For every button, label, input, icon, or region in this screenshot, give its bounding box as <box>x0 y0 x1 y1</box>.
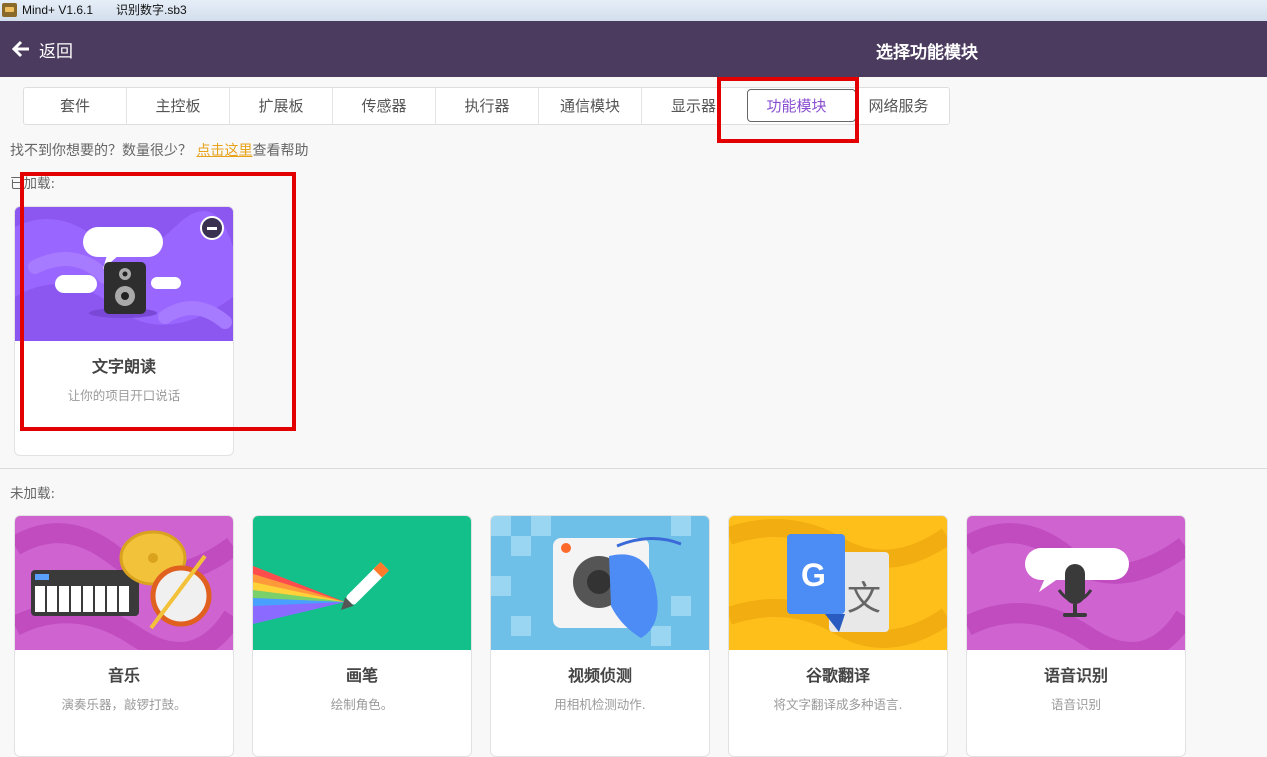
tab-communication[interactable]: 通信模块 <box>539 88 642 124</box>
tab-sensor[interactable]: 传感器 <box>333 88 436 124</box>
card-name: 语音识别 <box>1043 666 1108 685</box>
tab-label: 网络服务 <box>868 97 929 115</box>
app-icon <box>2 3 17 17</box>
remove-extension-icon[interactable] <box>200 216 224 240</box>
tab-function-module[interactable]: 功能模块 <box>745 88 856 124</box>
card-name: 视频侦测 <box>567 666 632 685</box>
tab-actuator[interactable]: 执行器 <box>436 88 539 124</box>
card-desc: 演奏乐器，敲锣打鼓。 <box>61 697 187 712</box>
back-label: 返回 <box>39 41 73 62</box>
tab-expansion-board[interactable]: 扩展板 <box>230 88 333 124</box>
back-button[interactable]: 返回 <box>12 35 73 63</box>
tab-network-service[interactable]: 网络服务 <box>848 88 949 124</box>
card-desc: 让你的项目开口说话 <box>67 388 181 403</box>
file-name: 识别数字.sb3 <box>116 3 187 17</box>
tab-label: 执行器 <box>464 97 510 115</box>
card-name: 谷歌翻译 <box>805 666 870 685</box>
app-title: Mind+ V1.6.1 <box>22 3 94 17</box>
music-image <box>15 516 233 650</box>
tab-label: 功能模块 <box>766 97 827 115</box>
app-header: 返回 选择功能模块 <box>0 21 1267 77</box>
card-desc: 用相机检测动作. <box>554 697 646 712</box>
loaded-section-label: 已加载: <box>10 176 56 192</box>
help-prefix: 找不到你想要的？数量很少？ <box>10 143 192 159</box>
category-tabs: 套件 主控板 扩展板 传感器 执行器 通信模块 显示器 功能模块 网络服务 <box>23 87 950 125</box>
help-link[interactable]: 点击这里 <box>196 143 252 159</box>
card-speech-recognition[interactable]: 语音识别 语音识别 <box>966 515 1186 757</box>
tab-display[interactable]: 显示器 <box>642 88 745 124</box>
video-sensing-image <box>491 516 709 650</box>
help-suffix: 查看帮助 <box>252 143 309 159</box>
google-translate-image: 文 G <box>729 516 947 650</box>
tab-label: 主控板 <box>155 97 201 115</box>
tab-label: 套件 <box>59 97 90 115</box>
card-desc: 语音识别 <box>1050 697 1101 712</box>
tab-kit[interactable]: 套件 <box>24 88 127 124</box>
tab-main-board[interactable]: 主控板 <box>127 88 230 124</box>
tab-label: 传感器 <box>361 97 407 115</box>
pen-image <box>253 516 471 650</box>
tab-label: 通信模块 <box>559 97 620 115</box>
card-google-translate[interactable]: 文 G 谷歌翻译 将文字翻译成多种语言. <box>728 515 948 757</box>
card-name: 音乐 <box>107 666 140 685</box>
arrow-left-icon <box>12 40 29 58</box>
tab-label: 扩展板 <box>258 97 304 115</box>
speech-recognition-image <box>967 516 1185 650</box>
unloaded-section-label: 未加载: <box>10 486 56 502</box>
card-music[interactable]: 音乐 演奏乐器，敲锣打鼓。 <box>14 515 234 757</box>
window-titlebar: Mind+ V1.6.1 识别数字.sb3 <box>0 0 1267 21</box>
tab-label: 显示器 <box>670 97 716 115</box>
card-name: 文字朗读 <box>91 357 156 376</box>
card-name: 画笔 <box>345 666 378 685</box>
card-desc: 绘制角色。 <box>330 697 394 712</box>
card-pen[interactable]: 画笔 绘制角色。 <box>252 515 472 757</box>
help-line: 找不到你想要的？数量很少？ 点击这里查看帮助 <box>10 140 308 160</box>
page-title: 选择功能模块 <box>876 43 978 63</box>
section-divider <box>0 468 1267 469</box>
card-video-sensing[interactable]: 视频侦测 用相机检测动作. <box>490 515 710 757</box>
card-desc: 将文字翻译成多种语言. <box>773 697 903 712</box>
svg-text:G: G <box>801 557 826 593</box>
svg-text:文: 文 <box>847 579 881 619</box>
card-text-to-speech[interactable]: 文字朗读 让你的项目开口说话 <box>14 206 234 456</box>
